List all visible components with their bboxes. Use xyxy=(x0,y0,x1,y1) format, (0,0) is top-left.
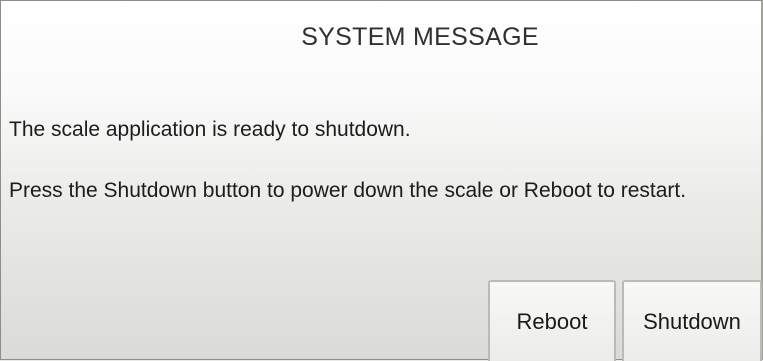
system-message-dialog: SYSTEM MESSAGE The scale application is … xyxy=(0,0,763,361)
instruction-message: Press the Shutdown button to power down … xyxy=(9,179,687,202)
reboot-button[interactable]: Reboot xyxy=(488,280,616,361)
ready-message: The scale application is ready to shutdo… xyxy=(9,118,411,141)
dialog-title: SYSTEM MESSAGE xyxy=(301,23,539,51)
shutdown-button[interactable]: Shutdown xyxy=(622,280,762,361)
